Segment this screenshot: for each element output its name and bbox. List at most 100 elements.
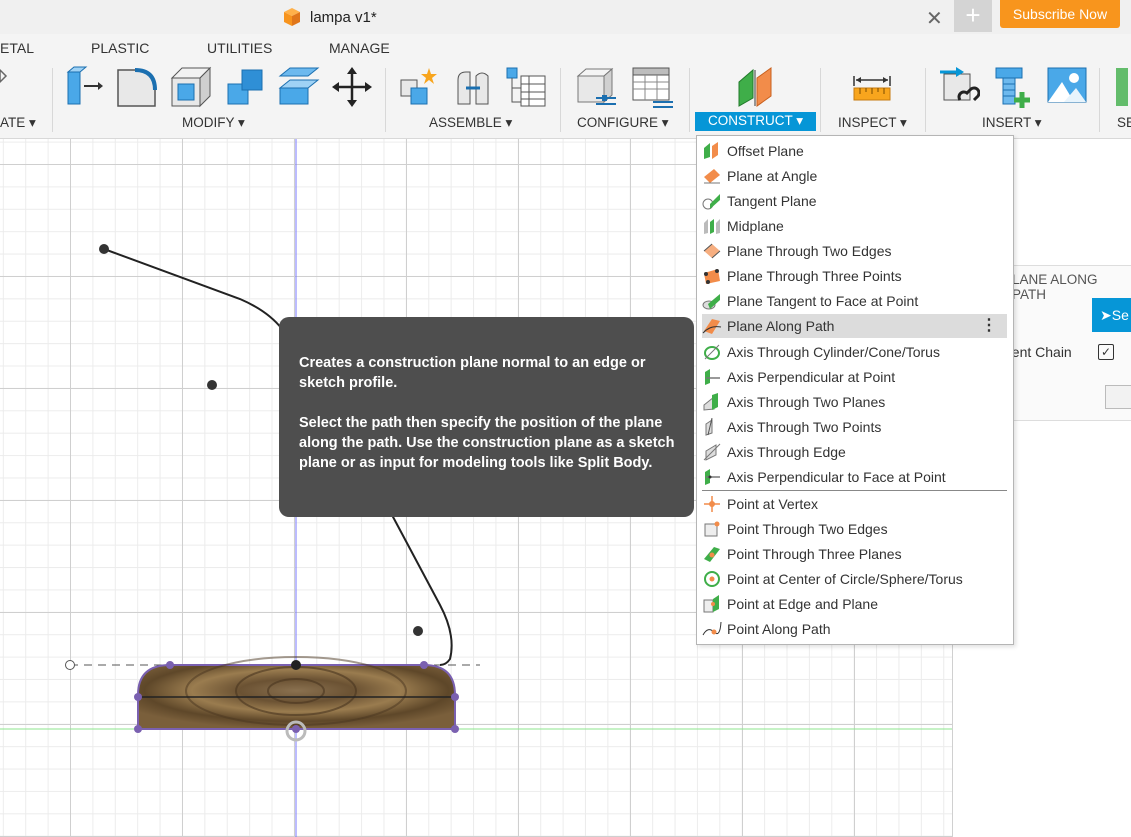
menu-item-axis-through-two-planes[interactable]: Axis Through Two Planes — [702, 390, 1007, 414]
plane-tangent-face-icon — [702, 294, 720, 310]
point-three-planes-icon — [704, 547, 720, 562]
create-icon[interactable] — [0, 66, 10, 108]
bill-of-materials-icon[interactable] — [505, 66, 547, 108]
separator — [689, 68, 690, 132]
tangent-chain-checkbox[interactable]: ✓ — [1098, 344, 1114, 360]
origin-point[interactable] — [291, 660, 301, 670]
title-bar: lampa v1* ✕ + Subscribe Now — [0, 0, 1131, 34]
select-group-label[interactable]: SE — [1117, 115, 1131, 130]
insert-canvas-icon[interactable] — [1046, 66, 1088, 108]
menu-item-label: Point at Edge and Plane — [727, 596, 879, 612]
modify-group-label[interactable]: MODIFY ▾ — [182, 115, 245, 131]
menu-item-axis-through-edge[interactable]: Axis Through Edge — [702, 440, 1007, 464]
subscribe-button[interactable]: Subscribe Now — [1000, 0, 1120, 28]
tab-sheet-metal[interactable]: ETAL — [0, 40, 34, 56]
menu-item-label: Axis Perpendicular at Point — [727, 369, 896, 385]
construction-point[interactable] — [65, 660, 75, 670]
shell-icon[interactable] — [170, 66, 212, 108]
configure-icon[interactable] — [576, 66, 618, 108]
menu-item-point-through-two-edges[interactable]: Point Through Two Edges — [702, 517, 1007, 541]
insert-derive-icon[interactable] — [938, 66, 980, 108]
sketch-path-top[interactable] — [103, 248, 283, 330]
path-select-button[interactable]: ➤Se — [1092, 298, 1131, 332]
menu-item-label: Point at Vertex — [727, 496, 819, 512]
axis-cylinder-icon — [704, 344, 720, 360]
move-icon[interactable] — [331, 66, 373, 108]
sketch-path-bottom[interactable] — [391, 514, 453, 666]
insert-group-label[interactable]: INSERT ▾ — [982, 115, 1042, 131]
sketch-point[interactable] — [207, 380, 217, 390]
point-vertex-icon — [704, 496, 720, 512]
menu-item-offset-plane[interactable]: Offset Plane — [702, 139, 1007, 163]
menu-item-plane-through-two-edges[interactable]: Plane Through Two Edges — [702, 239, 1007, 263]
menu-item-label: Plane Tangent to Face at Point — [727, 293, 919, 309]
configuration-table-icon[interactable] — [631, 66, 673, 108]
combine-icon[interactable] — [224, 66, 266, 108]
menu-item-plane-along-path[interactable]: Plane Along Path ⋮ — [702, 314, 1007, 338]
menu-item-label: Plane Through Two Edges — [727, 243, 892, 259]
menu-item-plane-through-three-points[interactable]: Plane Through Three Points — [702, 264, 1007, 288]
new-component-icon[interactable] — [397, 66, 439, 108]
menu-item-tangent-plane[interactable]: Tangent Plane — [702, 189, 1007, 213]
tab-utilities[interactable]: UTILITIES — [207, 40, 272, 56]
menu-item-axis-through-cylinder[interactable]: Axis Through Cylinder/Cone/Torus — [702, 340, 1007, 364]
menu-item-label: Point Through Three Planes — [727, 546, 902, 562]
point-two-edges-icon — [704, 521, 720, 537]
tooltip-description: Creates a construction plane normal to a… — [299, 355, 646, 391]
plane-along-path-icon — [702, 319, 722, 334]
menu-item-point-at-edge-and-plane[interactable]: Point at Edge and Plane — [702, 592, 1007, 616]
menu-separator — [702, 490, 1007, 491]
fillet-icon[interactable] — [115, 66, 157, 108]
assemble-group-label[interactable]: ASSEMBLE ▾ — [429, 115, 512, 131]
point-along-path-icon — [702, 621, 722, 636]
menu-item-midplane[interactable]: Midplane — [702, 214, 1007, 238]
menu-item-label: Point at Center of Circle/Sphere/Torus — [727, 571, 963, 587]
construct-plane-icon[interactable] — [735, 66, 777, 108]
menu-item-label: Axis Through Cylinder/Cone/Torus — [727, 344, 940, 360]
tooltip-instructions: Select the path then specify the positio… — [299, 415, 675, 471]
new-tab-button[interactable]: + — [954, 0, 992, 32]
more-options-icon[interactable]: ⋮ — [981, 315, 997, 335]
close-tab-icon[interactable]: ✕ — [926, 6, 943, 31]
separator — [925, 68, 926, 132]
midplane-icon — [704, 219, 720, 234]
offset-face-icon[interactable] — [278, 66, 320, 108]
menu-item-label: Axis Perpendicular to Face at Point — [727, 469, 946, 485]
menu-item-label: Axis Through Edge — [727, 444, 846, 460]
menu-item-axis-perpendicular-to-face[interactable]: Axis Perpendicular to Face at Point — [702, 465, 1007, 489]
menu-item-point-at-center[interactable]: Point at Center of Circle/Sphere/Torus — [702, 567, 1007, 591]
joint-icon[interactable] — [452, 66, 494, 108]
plane-two-edges-icon — [703, 243, 721, 259]
document-tab[interactable]: lampa v1* — [282, 0, 377, 34]
sketch-point[interactable] — [413, 626, 423, 636]
select-label: Se — [1111, 307, 1129, 323]
menu-item-point-through-three-planes[interactable]: Point Through Three Planes — [702, 542, 1007, 566]
menu-item-point-along-path[interactable]: Point Along Path — [702, 617, 1007, 641]
menu-item-axis-perpendicular-at-point[interactable]: Axis Perpendicular at Point — [702, 365, 1007, 389]
tab-manage[interactable]: MANAGE — [329, 40, 390, 56]
menu-item-label: Plane at Angle — [727, 168, 818, 184]
menu-item-label: Axis Through Two Points — [727, 419, 882, 435]
menu-item-label: Plane Through Three Points — [727, 268, 902, 284]
panel-input-field[interactable] — [1105, 385, 1131, 409]
menu-item-point-at-vertex[interactable]: Point at Vertex — [702, 492, 1007, 516]
separator — [385, 68, 386, 132]
menu-item-plane-at-angle[interactable]: Plane at Angle — [702, 164, 1007, 188]
construct-group-label[interactable]: CONSTRUCT ▾ — [695, 112, 817, 131]
press-pull-icon[interactable] — [62, 66, 104, 108]
select-icon[interactable] — [1112, 66, 1131, 108]
create-group-label[interactable]: ATE ▾ — [0, 115, 36, 131]
inspect-group-label[interactable]: INSPECT ▾ — [838, 115, 907, 131]
measure-icon[interactable] — [852, 66, 894, 108]
document-title: lampa v1* — [310, 8, 377, 26]
axis-edge-icon — [703, 443, 721, 461]
sketch-point[interactable] — [99, 244, 109, 254]
configure-group-label[interactable]: CONFIGURE ▾ — [577, 115, 669, 131]
menu-item-plane-tangent-to-face[interactable]: Plane Tangent to Face at Point — [702, 289, 1007, 313]
construct-dropdown-menu: Offset Plane Plane at Angle Tangent Plan… — [696, 135, 1014, 645]
tangent-chain-label: gent Chain — [1004, 344, 1072, 360]
separator — [560, 68, 561, 132]
menu-item-axis-through-two-points[interactable]: Axis Through Two Points — [702, 415, 1007, 439]
tab-plastic[interactable]: PLASTIC — [91, 40, 149, 56]
insert-mcmaster-icon[interactable] — [992, 66, 1034, 108]
